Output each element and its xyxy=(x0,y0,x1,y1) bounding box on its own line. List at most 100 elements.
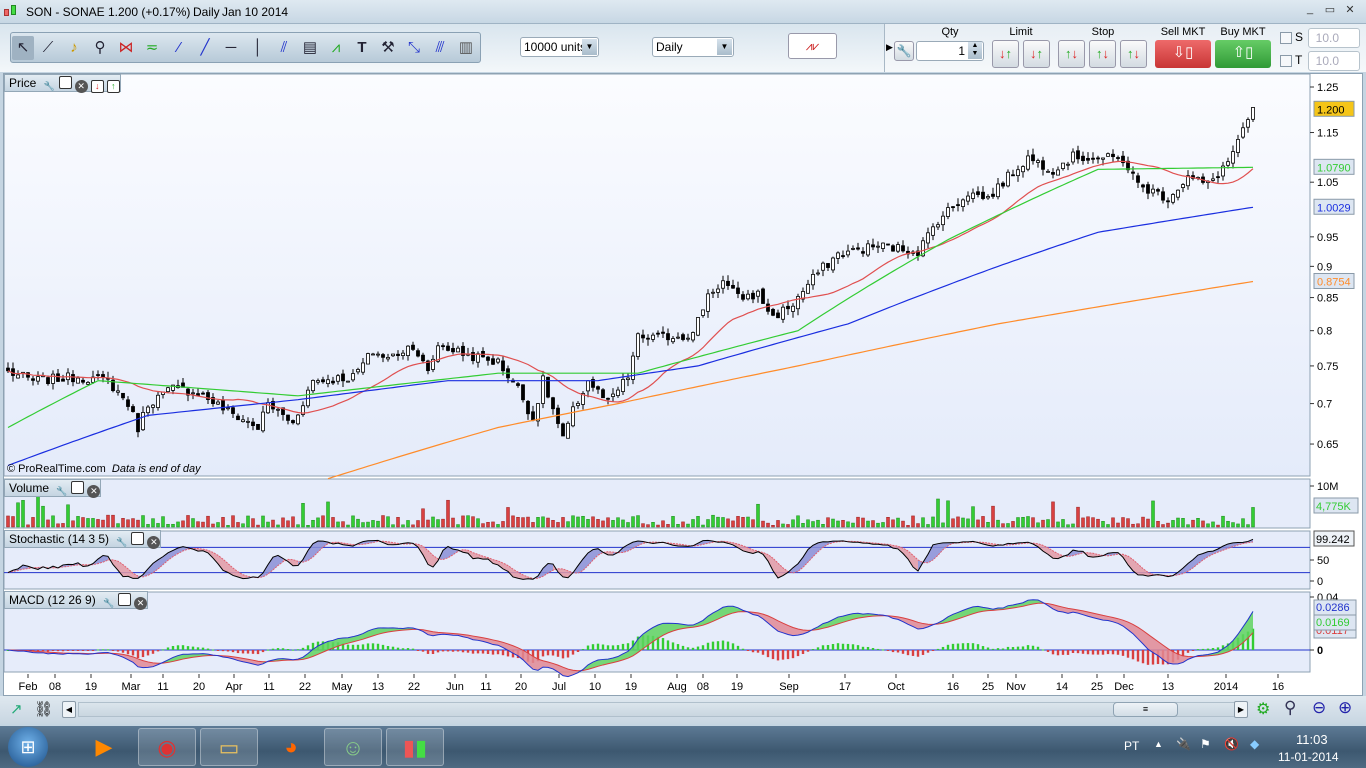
macd-histogram-bar xyxy=(141,650,145,658)
last-value-label: 0.8754 xyxy=(1317,276,1351,288)
candle xyxy=(491,358,495,365)
macd-histogram-bar xyxy=(846,643,850,650)
macd-histogram-bar xyxy=(51,650,55,651)
volume-bar xyxy=(211,523,215,528)
window-icon[interactable] xyxy=(71,481,85,494)
volume-bar xyxy=(681,521,685,528)
price-tick-label: 0.85 xyxy=(1317,293,1338,305)
macd-histogram-bar xyxy=(166,647,170,650)
clock-date[interactable]: 11-01-2014 xyxy=(1278,750,1339,764)
horizontal-scrollbar[interactable] xyxy=(78,702,1248,717)
wrench-icon[interactable]: 🔧 xyxy=(102,598,115,611)
volume-muted-icon[interactable]: 🔇 xyxy=(1224,737,1239,751)
chart-settings-icon[interactable]: ⚙ xyxy=(1256,699,1270,719)
macd-histogram-bar xyxy=(611,645,615,650)
candle xyxy=(131,406,135,412)
macd-histogram-bar xyxy=(481,650,485,654)
price-panel[interactable] xyxy=(3,73,1311,477)
volume-bar xyxy=(811,521,815,528)
link-chart-icon[interactable]: ⛓ xyxy=(34,700,53,718)
volume-bar xyxy=(511,515,515,528)
power-icon[interactable]: 🔌 xyxy=(1176,737,1191,751)
candle xyxy=(1076,150,1080,160)
volume-bar xyxy=(316,517,320,528)
close-icon[interactable]: ✕ xyxy=(147,536,161,549)
window-icon[interactable] xyxy=(118,593,132,606)
zoom-out-icon[interactable]: ⊖ xyxy=(1312,698,1326,718)
macd-histogram-bar xyxy=(276,648,280,650)
window-icon[interactable] xyxy=(58,76,72,89)
sell-order-icon[interactable]: ↓ xyxy=(90,80,104,93)
volume-bar xyxy=(671,516,675,528)
volume-bar xyxy=(971,506,975,528)
clock-time[interactable]: 11:03 xyxy=(1296,732,1328,747)
candle xyxy=(701,309,705,316)
macd-histogram-bar xyxy=(781,650,785,660)
macd-histogram-bar xyxy=(886,650,890,651)
copyright-note: © ProRealTime.com Data is end of day xyxy=(7,463,201,475)
close-icon[interactable]: ✕ xyxy=(74,80,88,93)
volume-bar xyxy=(301,503,305,528)
candle xyxy=(1136,175,1140,183)
volume-bar xyxy=(271,519,275,528)
candle xyxy=(421,354,425,362)
volume-bar xyxy=(456,524,460,528)
volume-bar xyxy=(161,516,165,528)
volume-bar xyxy=(341,521,345,528)
candle xyxy=(1091,157,1095,160)
volume-bar xyxy=(1181,518,1185,528)
language-indicator[interactable]: PT xyxy=(1124,739,1139,753)
prorealtime-icon[interactable]: ▮▮ xyxy=(386,728,444,766)
macd-histogram-bar xyxy=(356,644,360,650)
scrollbar-thumb[interactable]: ≡ xyxy=(1113,702,1178,717)
firefox-icon[interactable]: ◕ xyxy=(262,728,320,766)
volume-bar xyxy=(446,499,450,528)
scroll-right-button[interactable]: ▶ xyxy=(1234,701,1248,718)
date-tick-label: Nov xyxy=(1006,681,1026,693)
candle xyxy=(1241,127,1245,138)
stochastic-tick-label: 0 xyxy=(1317,576,1323,588)
macd-histogram-bar xyxy=(126,650,130,655)
messenger-icon[interactable]: ☺ xyxy=(324,728,382,766)
macd-histogram-bar xyxy=(871,647,875,650)
windows-media-player-icon[interactable]: ▶ xyxy=(75,728,133,766)
macd-histogram-bar xyxy=(1086,650,1090,655)
volume-bar xyxy=(831,518,835,528)
candle xyxy=(836,252,840,259)
chart-canvas[interactable]: 1.25 1.15 1.05 0.95 0.9 0.85 0.8 0.75 0.7 0.65 1.2… xyxy=(0,0,1366,700)
candle xyxy=(446,345,450,351)
wrench-icon[interactable]: 🔧 xyxy=(43,81,56,94)
close-icon[interactable]: ✕ xyxy=(134,597,148,610)
volume-bar xyxy=(866,520,870,528)
zoom-in-icon[interactable]: ⊕ xyxy=(1338,698,1352,718)
stochastic-panel[interactable] xyxy=(3,530,1311,590)
wrench-icon[interactable]: 🔧 xyxy=(55,486,68,499)
macd-histogram-bar xyxy=(371,643,375,650)
candle xyxy=(856,247,860,250)
auto-zoom-icon[interactable]: ⚲ xyxy=(1284,698,1296,718)
dropbox-icon[interactable]: ◆ xyxy=(1250,737,1259,751)
action-center-flag-icon[interactable]: ⚑ xyxy=(1200,737,1211,751)
candle xyxy=(451,348,455,353)
scroll-left-button[interactable]: ◀ xyxy=(62,701,76,718)
candle xyxy=(456,347,460,353)
window-icon[interactable] xyxy=(131,532,145,545)
macd-histogram-bar xyxy=(551,650,555,656)
candle xyxy=(766,303,770,312)
start-button[interactable]: ⊞ xyxy=(8,727,48,767)
buy-order-icon[interactable]: ↑ xyxy=(106,80,120,93)
chrome-icon[interactable]: ◉ xyxy=(138,728,196,766)
macd-histogram-bar xyxy=(821,645,825,650)
macd-histogram-bar xyxy=(1211,648,1215,650)
explorer-icon[interactable]: ▭ xyxy=(200,728,258,766)
volume-bar xyxy=(226,525,230,528)
volume-bar xyxy=(246,515,250,528)
candle xyxy=(706,293,710,312)
volume-bar xyxy=(571,515,575,528)
show-hidden-icons[interactable]: ▲ xyxy=(1154,739,1163,749)
candle xyxy=(686,337,690,340)
volume-bar xyxy=(1236,523,1240,528)
chart-template-icon[interactable]: ↗ xyxy=(10,700,23,718)
close-icon[interactable]: ✕ xyxy=(87,485,101,498)
wrench-icon[interactable]: 🔧 xyxy=(115,537,128,550)
